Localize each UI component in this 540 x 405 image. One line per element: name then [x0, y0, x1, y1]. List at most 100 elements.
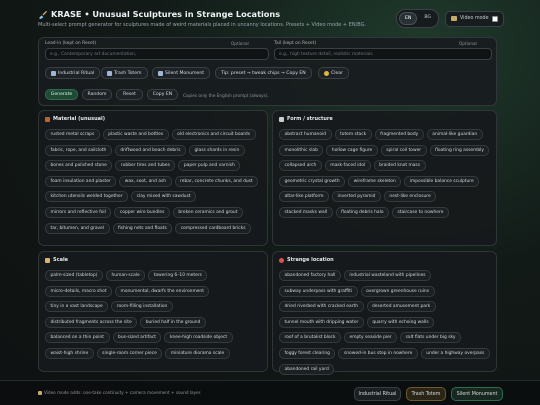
chip[interactable]: collapsed arch — [279, 160, 322, 172]
brush-icon — [107, 70, 112, 76]
chip[interactable]: knee-high roadside object — [164, 332, 233, 344]
chip[interactable]: old electronics and circuit boards — [171, 129, 256, 140]
chip[interactable]: animal-like guardian — [426, 129, 483, 140]
preset-silent-monument[interactable]: Silent Monument — [152, 67, 211, 79]
video-mode-toggle[interactable]: Video mode — [444, 10, 504, 27]
chip[interactable]: floating ring assembly — [429, 144, 490, 156]
chip[interactable]: inverted pyramid — [332, 191, 381, 203]
chip[interactable]: fragmented body — [374, 129, 424, 140]
chip[interactable]: stacked masks wall — [279, 206, 333, 218]
chip[interactable]: nest-like enclosure — [383, 191, 437, 203]
chip[interactable]: salt flats under big sky — [400, 332, 462, 344]
chip[interactable]: staircase to nowhere — [392, 206, 449, 218]
chip[interactable]: quarry with echoing walls — [366, 316, 435, 328]
chip[interactable]: fishing nets and floats — [112, 222, 173, 234]
chip[interactable]: rubber tires and tubes — [115, 160, 176, 172]
chip[interactable]: braided knot mass — [373, 160, 426, 172]
chip[interactable]: human-scale — [106, 270, 146, 281]
chip[interactable]: hollow cage figure — [326, 144, 378, 156]
chip[interactable]: foam insulation and plaster — [45, 175, 117, 187]
footer-preset-trash-totem[interactable]: Trash Totem — [406, 387, 446, 401]
chip[interactable]: tunnel mouth with dripping water — [279, 316, 364, 328]
clear-button[interactable]: Clear — [318, 67, 350, 79]
chip[interactable]: balanced on a thin point — [45, 332, 110, 344]
chip[interactable]: rebar, concrete chunks, and dust — [174, 175, 259, 187]
lang-bg-button[interactable]: BG — [419, 12, 436, 25]
brick-icon — [45, 116, 50, 122]
chip[interactable]: tiny in a vast landscape — [45, 301, 109, 313]
video-mode-checkbox[interactable] — [491, 15, 498, 22]
chip[interactable]: geometric crystal growth — [279, 175, 346, 187]
lead-in-input[interactable]: e.g., Contemporary art documentation, — [45, 48, 269, 60]
generate-button[interactable]: Generate — [45, 89, 78, 100]
preset-trash-totem[interactable]: Trash Totem — [101, 67, 148, 79]
chip[interactable]: room-filling installation — [111, 301, 173, 313]
chip[interactable]: buried half in the ground — [140, 316, 206, 328]
chip[interactable]: floating debris halo — [335, 206, 390, 218]
square-icon — [279, 116, 284, 122]
chip[interactable]: abandoned factory hall — [279, 270, 341, 281]
preset-industrial-ritual[interactable]: Industrial Ritual — [45, 67, 101, 79]
footer-bar: Video mode adds: one-take continuity + c… — [0, 380, 540, 405]
chip[interactable]: empty seaside pier — [344, 332, 398, 344]
chip[interactable]: miniature diorama scale — [165, 347, 230, 359]
ruler-icon — [45, 257, 50, 263]
location-title: Strange location — [279, 257, 334, 263]
reset-button[interactable]: Reset — [116, 89, 143, 100]
chip[interactable]: bus-sized artifact — [112, 332, 162, 344]
chip[interactable]: paper pulp and varnish — [178, 160, 241, 172]
chip[interactable]: micro-details, macro shot — [45, 285, 113, 297]
chip[interactable]: foggy forest clearing — [279, 347, 336, 359]
video-note-text: Video mode adds: one-take continuity + c… — [44, 390, 202, 395]
lead-in-label: Lead-in (kept on Reset) — [45, 41, 97, 46]
lang-en-button[interactable]: EN — [399, 12, 418, 25]
chip[interactable]: industrial wasteland with pipelines — [343, 270, 432, 281]
chip[interactable]: roof of a brutalist block — [279, 332, 342, 344]
chip[interactable]: subway underpass with graffiti — [279, 285, 358, 297]
chip[interactable]: tar, bitumen, and gravel — [45, 222, 110, 234]
material-chips: rusted metal scraps plastic waste and bo… — [45, 129, 261, 234]
chip[interactable]: wax, soot, and ash — [119, 175, 172, 187]
chip[interactable]: plastic waste and bottles — [102, 129, 169, 140]
controls-panel: Lead-in (kept on Reset) Optional e.g., C… — [38, 37, 497, 106]
chip[interactable]: monumental, dwarfs the environment — [115, 285, 210, 297]
chip[interactable]: compressed cardboard bricks — [175, 222, 252, 234]
chip[interactable]: under a highway overpass — [420, 347, 490, 359]
footer-preset-silent-monument[interactable]: Silent Monument — [451, 387, 503, 401]
chip[interactable]: glass shards in resin — [189, 144, 245, 156]
chip[interactable]: mask-faced idol — [324, 160, 371, 172]
chip[interactable]: monolithic slab — [279, 144, 324, 156]
chip[interactable]: totem stack — [334, 129, 372, 140]
footer-preset-industrial-ritual[interactable]: Industrial Ritual — [354, 387, 401, 401]
chip[interactable]: broken ceramics and grout — [172, 206, 243, 218]
tail-input[interactable]: e.g., high texture detail, realistic mat… — [274, 48, 492, 60]
material-title: Material (unusual) — [45, 116, 105, 122]
chip[interactable]: abstract humanoid — [279, 129, 332, 140]
chip[interactable]: spiral coil tower — [380, 144, 427, 156]
chip[interactable]: fabric, rope, and sailcloth — [45, 144, 112, 156]
chip[interactable]: driftwood and beach debris — [114, 144, 186, 156]
preset-label: Industrial Ritual — [58, 70, 95, 76]
chip[interactable]: towering 6–10 meters — [148, 270, 208, 281]
chip[interactable]: copper wire bundles — [114, 206, 170, 218]
chip[interactable]: single-room corner piece — [96, 347, 163, 359]
chip[interactable]: abandoned rail yard — [279, 363, 335, 375]
video-note: Video mode adds: one-take continuity + c… — [38, 390, 201, 395]
chip[interactable]: bones and polished stone — [45, 160, 113, 172]
chip[interactable]: deserted amusement park — [366, 301, 436, 313]
copy-en-button[interactable]: Copy EN — [147, 89, 178, 100]
chip[interactable]: altar-like platform — [279, 191, 330, 203]
chip[interactable]: kitchen utensils welded together — [45, 191, 129, 203]
chip[interactable]: snowed-in bus stop in nowhere — [338, 347, 418, 359]
chip[interactable]: clay mixed with sawdust — [131, 191, 197, 203]
chip[interactable]: mirrors and reflective foil — [45, 206, 112, 218]
chip[interactable]: dried riverbed with cracked earth — [279, 301, 364, 313]
chip[interactable]: wireframe skeleton — [348, 175, 402, 187]
chip[interactable]: rusted metal scraps — [45, 129, 100, 140]
random-button[interactable]: Random — [82, 89, 112, 100]
chip[interactable]: palm-sized (tabletop) — [45, 270, 103, 281]
chip[interactable]: overgrown greenhouse ruins — [360, 285, 435, 297]
chip[interactable]: distributed fragments across the site — [45, 316, 138, 328]
chip[interactable]: waist-high shrine — [45, 347, 94, 359]
chip[interactable]: impossible balance sculpture — [404, 175, 480, 187]
